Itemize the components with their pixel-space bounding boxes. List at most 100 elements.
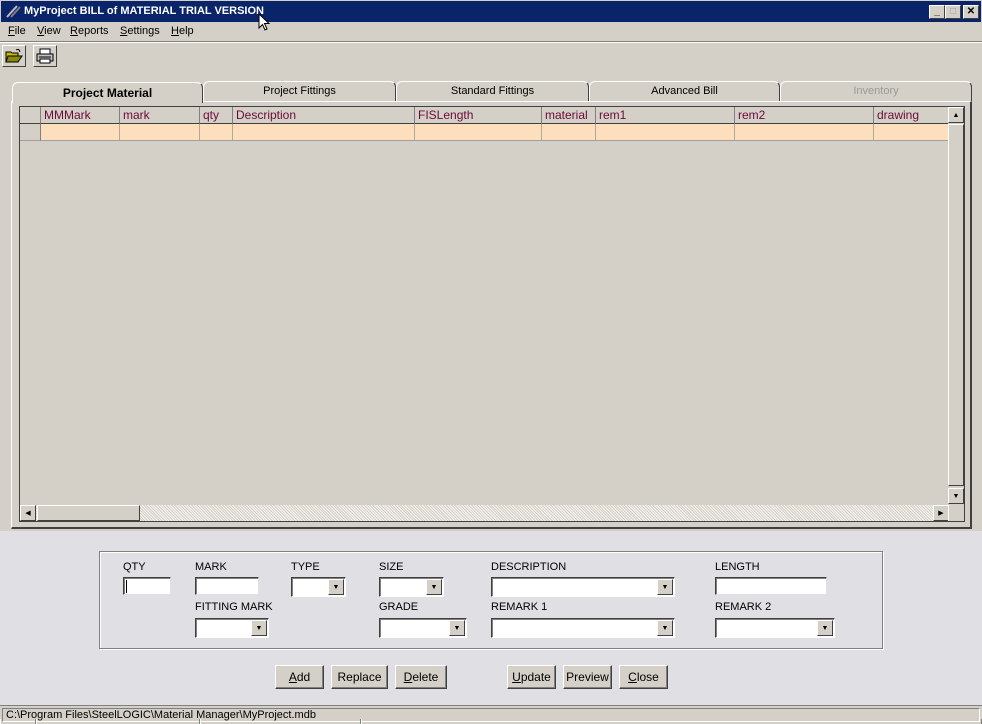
tab-inventory: Inventory bbox=[780, 81, 972, 101]
type-dropdown-button[interactable]: ▼ bbox=[328, 579, 344, 595]
tab-project-material[interactable]: Project Material bbox=[12, 82, 203, 103]
chevron-down-icon: ▼ bbox=[821, 624, 829, 632]
strip-segment bbox=[36, 719, 200, 724]
length-input[interactable] bbox=[715, 577, 827, 595]
chevron-down-icon: ▼ bbox=[255, 624, 263, 632]
title-bar[interactable]: MyProject BILL of MATERIAL TRIAL VERSION… bbox=[0, 0, 982, 22]
menu-help[interactable]: Help bbox=[171, 25, 194, 37]
maximize-button[interactable]: □ bbox=[945, 5, 961, 19]
menu-reports[interactable]: Reports bbox=[70, 25, 109, 37]
close-window-button[interactable]: ✕ bbox=[963, 5, 979, 19]
column-header[interactable]: Description bbox=[233, 107, 415, 124]
delete-button[interactable]: Delete bbox=[395, 665, 447, 689]
grid-cell[interactable] bbox=[735, 124, 874, 141]
grade-select[interactable]: ▼ bbox=[379, 618, 467, 638]
update-button[interactable]: Update bbox=[507, 665, 556, 689]
grid-cell[interactable] bbox=[200, 124, 233, 141]
size-label: SIZE bbox=[379, 561, 404, 573]
chevron-down-icon: ▼ bbox=[661, 624, 669, 632]
remark2-select[interactable]: ▼ bbox=[715, 618, 835, 638]
grid-header: MMMark mark qty Description FISLength ma… bbox=[20, 107, 950, 124]
fitting-mark-dropdown-button[interactable]: ▼ bbox=[251, 620, 267, 636]
menu-view[interactable]: View bbox=[37, 25, 61, 37]
add-button[interactable]: Add bbox=[275, 665, 324, 689]
tab-advanced-bill[interactable]: Advanced Bill bbox=[589, 81, 780, 101]
menu-settings[interactable]: Settings bbox=[120, 25, 160, 37]
chevron-down-icon: ▼ bbox=[453, 624, 461, 632]
minimize-button[interactable]: _ bbox=[929, 5, 945, 19]
row-selector-header[interactable] bbox=[20, 107, 41, 124]
remark2-label: REMARK 2 bbox=[715, 601, 772, 613]
vertical-scrollbar[interactable]: ▲ ▼ bbox=[948, 107, 964, 505]
toolbar bbox=[0, 43, 982, 70]
column-header[interactable]: rem2 bbox=[735, 107, 874, 124]
scrollbar-corner bbox=[948, 505, 964, 521]
strip-segment bbox=[361, 719, 982, 724]
qty-input[interactable] bbox=[123, 577, 171, 595]
grid-cell[interactable] bbox=[41, 124, 120, 141]
description-dropdown-button[interactable]: ▼ bbox=[657, 579, 673, 595]
open-button[interactable] bbox=[2, 45, 26, 67]
print-button[interactable] bbox=[33, 45, 57, 67]
replace-button[interactable]: Replace bbox=[331, 665, 388, 689]
scroll-left-button[interactable]: ◀ bbox=[20, 505, 36, 521]
horizontal-scrollbar[interactable]: ◀ ▶ bbox=[20, 505, 949, 521]
description-label: DESCRIPTION bbox=[491, 561, 567, 573]
column-header[interactable]: qty bbox=[200, 107, 233, 124]
table-row[interactable] bbox=[20, 124, 950, 141]
open-folder-icon bbox=[5, 48, 23, 63]
size-dropdown-button[interactable]: ▼ bbox=[426, 579, 442, 595]
menu-file[interactable]: File bbox=[8, 25, 26, 37]
grid-cell[interactable] bbox=[415, 124, 542, 141]
column-header[interactable]: rem1 bbox=[596, 107, 735, 124]
fitting-mark-select[interactable]: ▼ bbox=[195, 618, 269, 638]
remark1-dropdown-button[interactable]: ▼ bbox=[657, 620, 673, 636]
strip-segment bbox=[200, 719, 361, 724]
chevron-down-icon: ▼ bbox=[430, 583, 438, 591]
tab-project-fittings[interactable]: Project Fittings bbox=[203, 81, 396, 101]
strip-segment bbox=[0, 719, 36, 724]
text-caret bbox=[126, 580, 127, 593]
grade-dropdown-button[interactable]: ▼ bbox=[449, 620, 465, 636]
scroll-up-button[interactable]: ▲ bbox=[948, 107, 964, 123]
preview-button[interactable]: Preview bbox=[563, 665, 612, 689]
mouse-cursor-icon bbox=[258, 13, 271, 31]
remark2-dropdown-button[interactable]: ▼ bbox=[817, 620, 833, 636]
grid-cell[interactable] bbox=[233, 124, 415, 141]
grid-cell[interactable] bbox=[120, 124, 200, 141]
arrow-down-icon: ▼ bbox=[952, 492, 960, 500]
mark-label: MARK bbox=[195, 561, 227, 573]
menu-bar: File View Reports Settings Help bbox=[0, 22, 982, 41]
minimize-icon: _ bbox=[934, 6, 940, 17]
column-header[interactable]: FISLength bbox=[415, 107, 542, 124]
horizontal-scroll-thumb[interactable] bbox=[37, 505, 140, 521]
qty-label: QTY bbox=[123, 561, 146, 573]
grid-cell[interactable] bbox=[874, 124, 950, 141]
printer-icon bbox=[36, 48, 54, 64]
description-select[interactable]: ▼ bbox=[491, 577, 675, 597]
tab-standard-fittings[interactable]: Standard Fittings bbox=[396, 81, 589, 101]
chevron-down-icon: ▼ bbox=[661, 583, 669, 591]
type-select[interactable]: ▼ bbox=[291, 577, 346, 597]
grid-cell[interactable] bbox=[542, 124, 596, 141]
grid-cell[interactable] bbox=[596, 124, 735, 141]
arrow-left-icon: ◀ bbox=[25, 509, 31, 517]
remark1-select[interactable]: ▼ bbox=[491, 618, 675, 638]
column-header[interactable]: material bbox=[542, 107, 596, 124]
mark-input[interactable] bbox=[195, 577, 259, 595]
maximize-icon: □ bbox=[949, 6, 957, 17]
scroll-down-button[interactable]: ▼ bbox=[948, 488, 964, 504]
fitting-mark-label: FITTING MARK bbox=[195, 601, 273, 613]
scroll-right-button[interactable]: ▶ bbox=[933, 505, 949, 521]
close-button[interactable]: Close bbox=[619, 665, 668, 689]
column-header[interactable]: mark bbox=[120, 107, 200, 124]
material-grid[interactable]: MMMark mark qty Description FISLength ma… bbox=[19, 106, 965, 522]
row-selector[interactable] bbox=[20, 124, 41, 141]
vertical-scroll-thumb[interactable] bbox=[948, 124, 964, 486]
chevron-down-icon: ▼ bbox=[332, 583, 340, 591]
column-header[interactable]: MMMark bbox=[41, 107, 120, 124]
column-header[interactable]: drawing bbox=[874, 107, 950, 124]
app-icon bbox=[6, 5, 21, 18]
size-select[interactable]: ▼ bbox=[379, 577, 444, 597]
arrow-right-icon: ▶ bbox=[938, 509, 944, 517]
